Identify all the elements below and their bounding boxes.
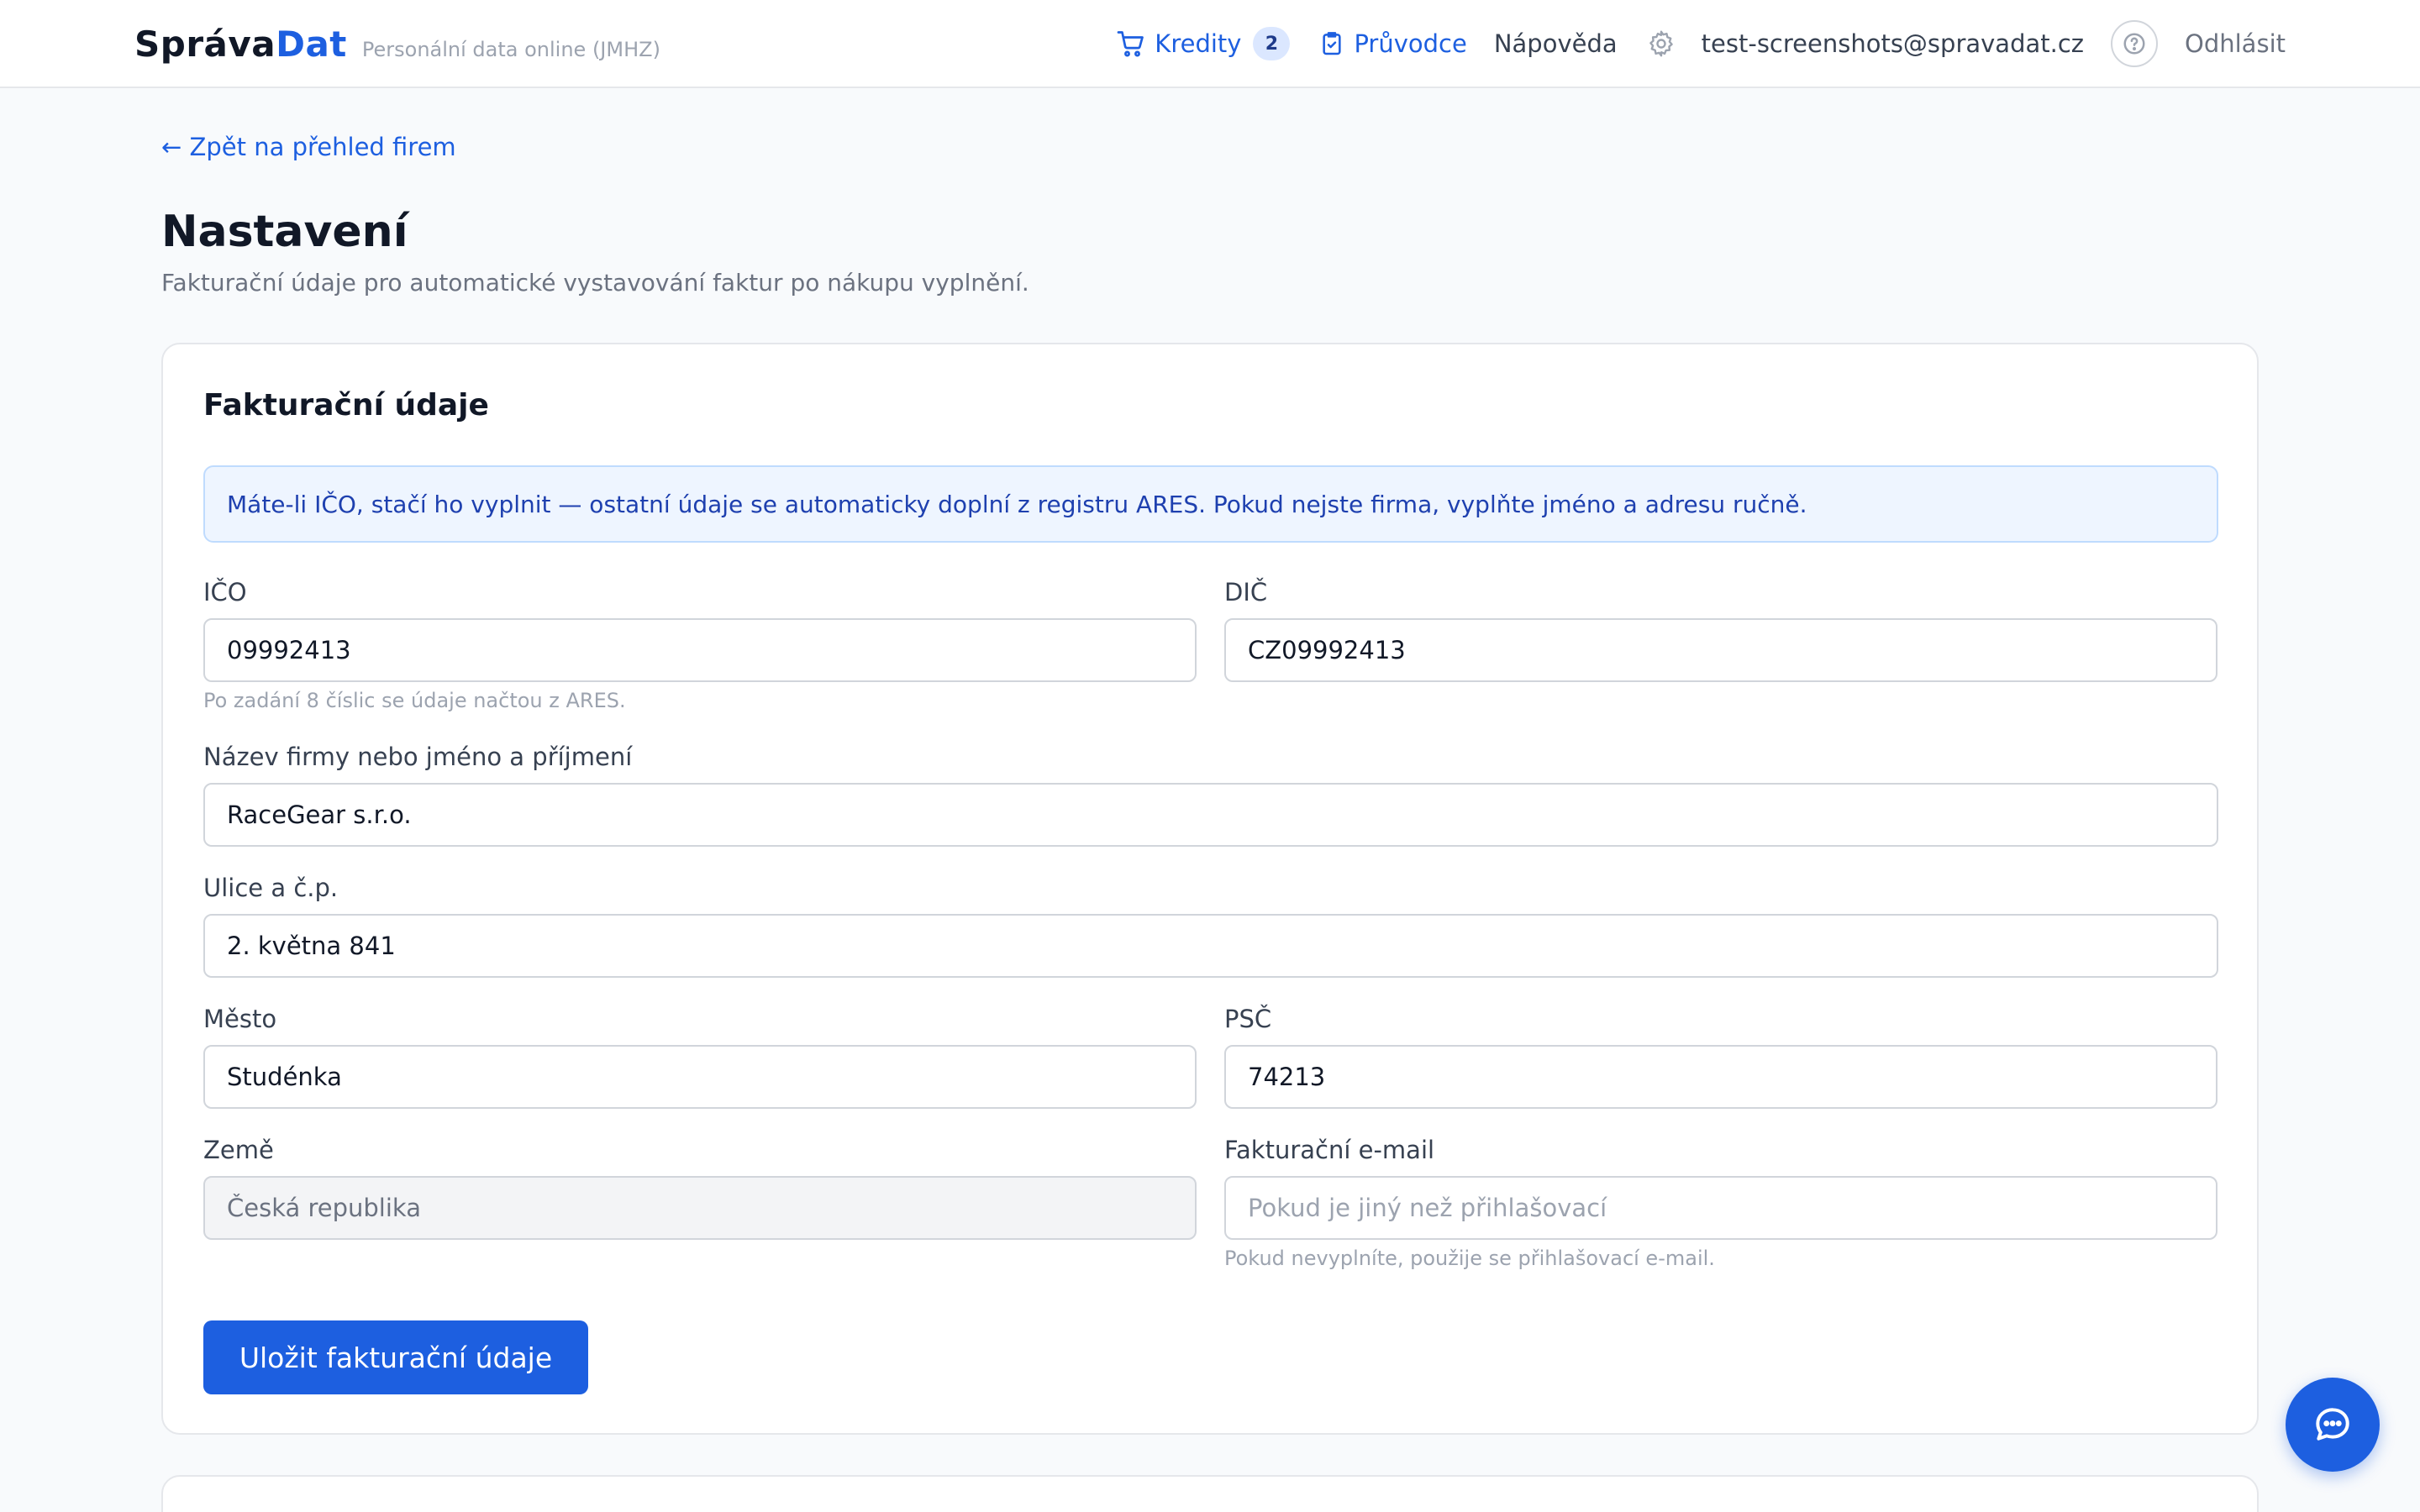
brand-logo[interactable]: Správa Dat Personální data online (JMHZ) [134,24,660,65]
ico-input[interactable] [203,618,1197,682]
help-circle-icon [2111,20,2159,67]
help-link[interactable]: Nápověda [1494,29,1618,58]
user-email[interactable]: test-screenshots@spravadat.cz [1702,29,2084,58]
ico-hint: Po zadání 8 číslic se údaje načtou z ARE… [203,689,626,712]
credits-label: Kredity [1155,29,1242,58]
street-input[interactable] [203,914,2218,978]
credits-link[interactable]: Kredity 2 [1116,27,1291,60]
billing-card: Fakturační údaje Máte-li IČO, stačí ho v… [161,343,2259,1435]
company-name-input[interactable] [203,783,2218,847]
top-navigation-bar: Správa Dat Personální data online (JMHZ) … [0,0,2420,88]
chat-bubble-icon [2312,1404,2354,1446]
cart-icon [1116,29,1146,59]
brand-name-part1: Správa [134,24,276,65]
next-card [161,1475,2259,1512]
name-label: Název firmy nebo jméno a příjmení [203,743,633,771]
billing-section-title: Fakturační údaje [203,388,489,423]
help-button[interactable] [2111,20,2159,67]
save-billing-button[interactable]: Uložit fakturační údaje [203,1320,588,1394]
street-label: Ulice a č.p. [203,874,339,902]
brand-tagline: Personální data online (JMHZ) [361,38,660,61]
billing-email-label: Fakturační e-mail [1224,1136,1435,1164]
logout-label: Odhlásit [2185,29,2286,58]
guide-link[interactable]: Průvodce [1318,29,1467,58]
billing-email-hint: Pokud nevyplníte, použije se přihlašovac… [1224,1247,1715,1270]
city-label: Město [203,1005,277,1033]
dic-input[interactable] [1224,618,2217,682]
credits-count-badge: 2 [1253,27,1291,60]
zip-input[interactable] [1224,1045,2217,1109]
page-subtitle: Fakturační údaje pro automatické vystavo… [161,269,1029,297]
clipboard-check-icon [1318,30,1345,57]
help-label: Nápověda [1493,29,1618,58]
header-nav: Kredity 2 Průvodce Nápověda test-screens… [1116,0,2286,87]
chat-button[interactable] [2286,1378,2380,1472]
dic-label: DIČ [1224,578,1268,606]
gear-icon [1646,29,1676,59]
user-email-label: test-screenshots@spravadat.cz [1701,29,2085,58]
country-input [203,1176,1197,1240]
page-title: Nastavení [161,207,408,257]
ares-info-box: Máte-li IČO, stačí ho vyplnit — ostatní … [203,465,2218,543]
city-input[interactable] [203,1045,1197,1109]
settings-button[interactable] [1646,29,1676,59]
logout-link[interactable]: Odhlásit [2185,29,2286,58]
back-link[interactable]: ← Zpět na přehled firem [161,133,456,161]
ares-info-text: Máte-li IČO, stačí ho vyplnit — ostatní … [227,490,1807,518]
billing-email-input[interactable] [1224,1176,2217,1240]
zip-label: PSČ [1224,1005,1272,1033]
guide-label: Průvodce [1354,29,1467,58]
ico-label: IČO [203,578,247,606]
country-label: Země [203,1136,274,1164]
brand-name-part2: Dat [276,24,347,65]
